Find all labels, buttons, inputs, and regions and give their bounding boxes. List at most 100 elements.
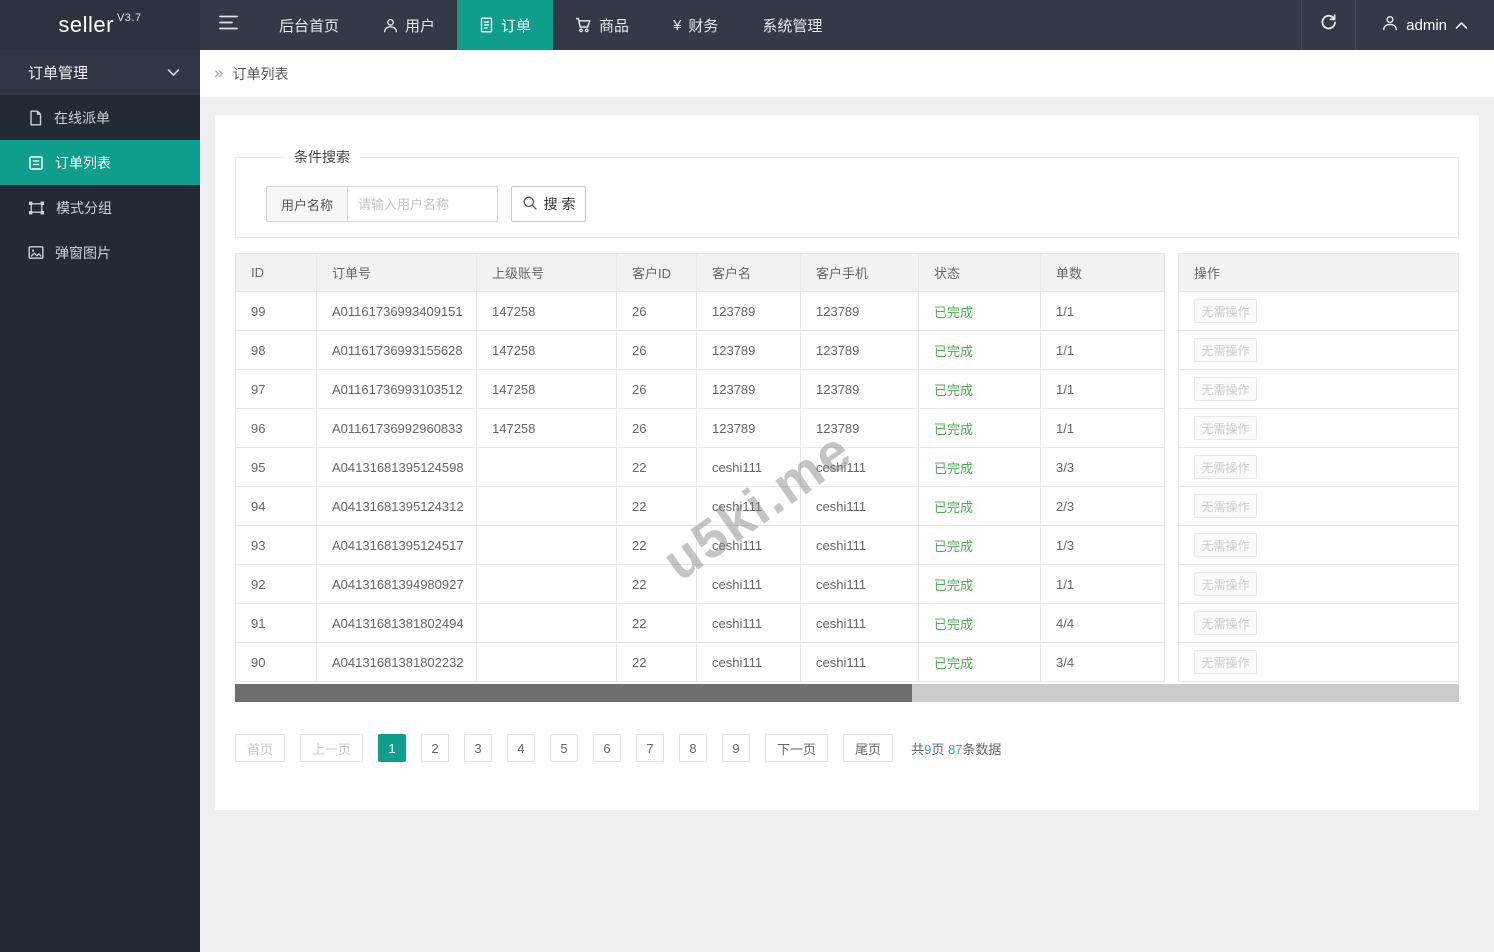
nav-item-finance[interactable]: ¥财务 — [651, 0, 740, 50]
pagination-page-6-button[interactable]: 6 — [593, 734, 621, 762]
username-label: admin — [1406, 17, 1447, 34]
pagination-page-9-button[interactable]: 9 — [722, 734, 750, 762]
cell-count: 3/4 — [1041, 643, 1165, 682]
cell-status: 已完成 — [919, 331, 1041, 370]
app-logo[interactable]: sellerV3.7 — [0, 0, 200, 50]
cell-cust_name: ceshi111 — [697, 643, 801, 682]
cell-id: 94 — [236, 487, 317, 526]
nav-item-goods[interactable]: 商品 — [553, 0, 651, 50]
pagination-first-button[interactable]: 首页 — [235, 734, 285, 762]
yen-icon: ¥ — [673, 18, 681, 33]
column-header-cust_name: 客户名 — [697, 254, 801, 292]
cell-operations: 无需操作 — [1178, 448, 1458, 487]
cell-operations: 无需操作 — [1178, 370, 1458, 409]
cell-cust_name: 123789 — [697, 409, 801, 448]
cell-operations: 无需操作 — [1178, 331, 1458, 370]
cell-cust_phone: ceshi111 — [801, 526, 919, 565]
nav-item-users[interactable]: 用户 — [361, 0, 457, 50]
cell-status: 已完成 — [919, 409, 1041, 448]
pagination-last-button[interactable]: 尾页 — [843, 734, 893, 762]
cell-cust_name: ceshi111 — [697, 487, 801, 526]
top-nav: 后台首页 用户订单商品¥财务系统管理 — [257, 0, 844, 50]
no-action-button: 无需操作 — [1194, 338, 1257, 362]
horizontal-scrollbar[interactable] — [235, 684, 1459, 702]
sidebar-item-popup-image[interactable]: 弹窗图片 — [0, 230, 200, 275]
nav-item-label: 后台首页 — [279, 15, 339, 36]
cell-operations: 无需操作 — [1178, 526, 1458, 565]
cell-count: 1/3 — [1041, 526, 1165, 565]
cell-parent: 147258 — [477, 409, 617, 448]
nav-item-home[interactable]: 后台首页 — [257, 0, 361, 50]
pagination-page-7-button[interactable]: 7 — [636, 734, 664, 762]
pagination-page-8-button[interactable]: 8 — [679, 734, 707, 762]
cell-parent — [477, 487, 617, 526]
user-icon — [1382, 15, 1398, 35]
document-icon — [479, 17, 494, 33]
no-action-button: 无需操作 — [1194, 455, 1257, 479]
cell-cust_id: 22 — [617, 487, 697, 526]
no-action-button: 无需操作 — [1194, 611, 1257, 635]
table-gap-column — [1165, 253, 1178, 682]
menu-toggle-button[interactable] — [200, 0, 257, 50]
operations-row: 无需操作 — [1178, 643, 1458, 682]
search-icon — [522, 195, 538, 214]
cell-status: 已完成 — [919, 565, 1041, 604]
operations-row: 无需操作 — [1178, 409, 1458, 448]
sidebar: 订单管理 在线派单订单列表模式分组弹窗图片 — [0, 50, 200, 952]
search-button[interactable]: 搜 索 — [511, 186, 586, 222]
cell-status: 已完成 — [919, 604, 1041, 643]
cell-operations: 无需操作 — [1178, 409, 1458, 448]
pagination-summary: 共9页 87条数据 — [911, 739, 1001, 758]
user-icon — [383, 18, 398, 33]
sidebar-item-order-list[interactable]: 订单列表 — [0, 140, 200, 185]
pagination-page-4-button[interactable]: 4 — [507, 734, 535, 762]
pagination-page-2-button[interactable]: 2 — [421, 734, 449, 762]
cell-id: 96 — [236, 409, 317, 448]
column-header-count: 单数 — [1041, 254, 1165, 292]
cell-count: 3/3 — [1041, 448, 1165, 487]
sidebar-item-mode-group[interactable]: 模式分组 — [0, 185, 200, 230]
username-input[interactable] — [348, 186, 498, 222]
operations-row: 无需操作 — [1178, 604, 1458, 643]
cell-cust_id: 26 — [617, 409, 697, 448]
cell-id: 92 — [236, 565, 317, 604]
horizontal-scrollbar-thumb[interactable] — [235, 684, 912, 702]
cell-cust_id: 22 — [617, 604, 697, 643]
username-input-label: 用户名称 — [266, 186, 348, 222]
pagination-prev-button[interactable]: 上一页 — [300, 734, 363, 762]
user-menu[interactable]: admin — [1355, 0, 1494, 50]
pagination-next-button[interactable]: 下一页 — [765, 734, 828, 762]
refresh-icon — [1320, 14, 1337, 36]
nav-item-system[interactable]: 系统管理 — [740, 0, 844, 50]
pagination-page-3-button[interactable]: 3 — [464, 734, 492, 762]
breadcrumb-current: 订单列表 — [232, 64, 288, 84]
cell-order_no: A01161736993103512 — [317, 370, 477, 409]
cell-cust_name: ceshi111 — [697, 526, 801, 565]
nav-item-orders[interactable]: 订单 — [457, 0, 553, 50]
no-action-button: 无需操作 — [1194, 533, 1257, 557]
main-area: » 订单列表 条件搜索 用户名称 搜 索 — [200, 50, 1494, 952]
content-card: 条件搜索 用户名称 搜 索 u5ki.me — [215, 115, 1479, 810]
operations-row: 无需操作 — [1178, 448, 1458, 487]
cell-count: 1/1 — [1041, 409, 1165, 448]
operations-header-row: 操作 — [1178, 254, 1458, 292]
cell-operations: 无需操作 — [1178, 487, 1458, 526]
column-header-cust_id: 客户ID — [617, 254, 697, 292]
pagination-page-1-button[interactable]: 1 — [378, 734, 406, 762]
table-row: 95A0413168139512459822ceshi111ceshi111已完… — [236, 448, 1165, 487]
cell-count: 1/1 — [1041, 292, 1165, 331]
cell-status: 已完成 — [919, 370, 1041, 409]
pagination-page-5-button[interactable]: 5 — [550, 734, 578, 762]
cell-cust_id: 22 — [617, 643, 697, 682]
search-fieldset: 条件搜索 用户名称 搜 索 — [235, 147, 1459, 238]
cell-cust_id: 26 — [617, 370, 697, 409]
cell-cust_phone: ceshi111 — [801, 448, 919, 487]
column-header-order_no: 订单号 — [317, 254, 477, 292]
table-row: 92A0413168139498092722ceshi111ceshi111已完… — [236, 565, 1165, 604]
sidebar-group-order-management[interactable]: 订单管理 — [0, 50, 200, 95]
refresh-button[interactable] — [1301, 0, 1355, 50]
sidebar-item-online-dispatch[interactable]: 在线派单 — [0, 95, 200, 140]
cell-parent — [477, 526, 617, 565]
order-table-zone: u5ki.me ID订单号上级账号客户ID客户名客户手机状态单数 99A0116… — [235, 253, 1459, 702]
cell-operations: 无需操作 — [1178, 643, 1458, 682]
